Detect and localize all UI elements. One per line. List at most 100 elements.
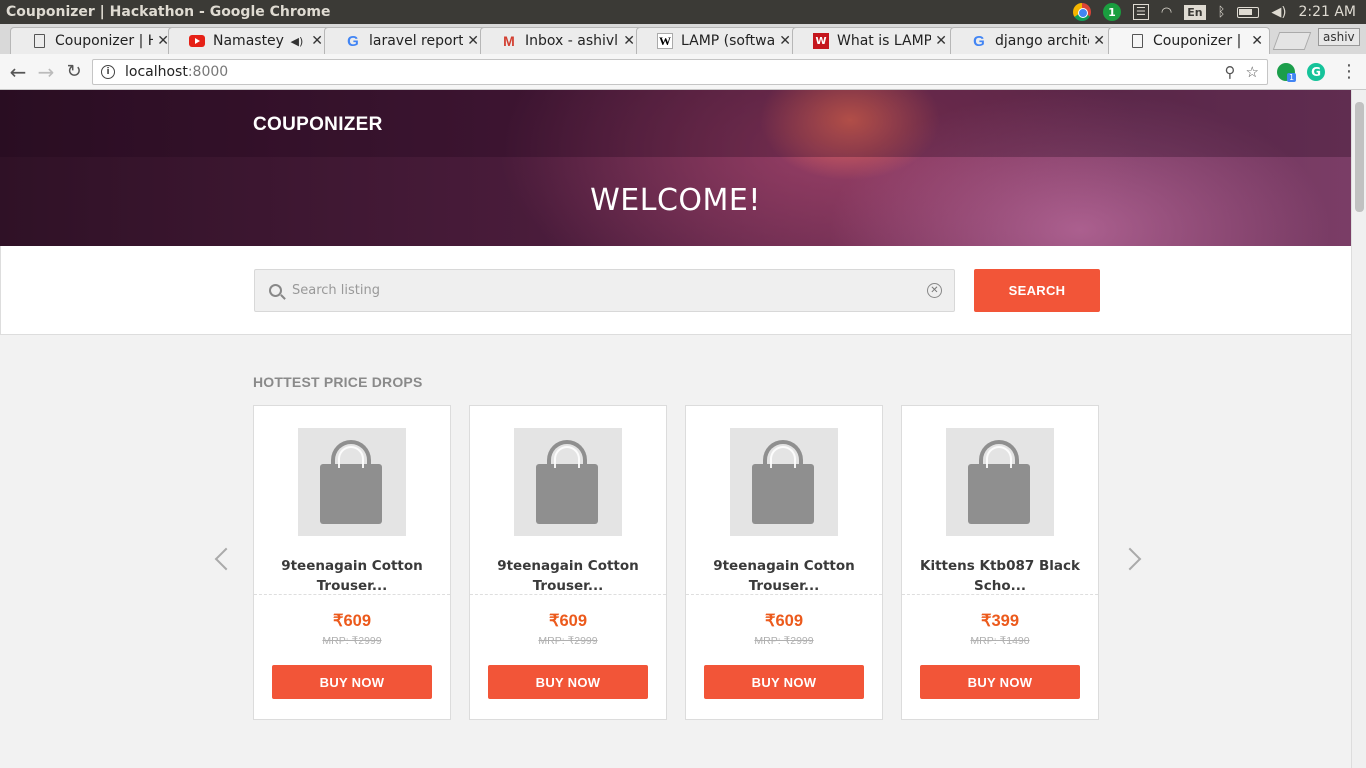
speaker-icon[interactable]: ◀) [291,35,304,48]
welcome-heading: WELCOME! [590,183,761,218]
reload-icon[interactable]: ↻ [63,61,85,83]
divider [902,594,1098,595]
shopping-bag-icon[interactable] [946,428,1054,536]
product-mrp: MRP: ₹2999 [322,635,382,647]
product-card: 9teenagain Cotton Trouser... ₹609 MRP: ₹2… [685,405,883,720]
product-price: ₹609 [548,612,588,630]
address-bar[interactable]: i localhost:8000 ⚲ ☆ [92,59,1268,85]
document-icon [1129,33,1145,49]
search-input[interactable] [292,283,927,298]
youtube-icon [189,33,205,49]
tab-laravel-report[interactable]: G laravel report ✕ [324,27,486,54]
back-arrow-icon[interactable]: ← [7,61,29,83]
notification-badge-icon[interactable]: 1 [1102,0,1121,24]
product-price: ₹609 [764,612,804,630]
document-icon [31,33,47,49]
profile-name[interactable]: ashiv [1318,28,1360,46]
tab-lamp-wikipedia[interactable]: W LAMP (softwa ✕ [636,27,798,54]
search-button[interactable]: SEARCH [974,269,1100,312]
forward-arrow-icon[interactable]: → [35,61,57,83]
close-icon[interactable]: ✕ [623,33,635,49]
bluetooth-icon[interactable]: ᛒ [1218,0,1226,24]
tab-couponizer[interactable]: Couponizer | H ✕ [10,27,176,54]
search-section: ✕ SEARCH [0,246,1351,335]
product-card: 9teenagain Cotton Trouser... ₹609 MRP: ₹2… [469,405,667,720]
close-icon[interactable]: ✕ [779,33,791,49]
new-tab-button[interactable] [1272,32,1312,50]
close-icon[interactable]: ✕ [1251,33,1263,49]
divider [470,594,666,595]
tab-django-architecture[interactable]: G django archite ✕ [950,27,1112,54]
top-navbar: COUPONIZER [0,90,1351,157]
tab-title: What is LAMP [837,33,932,49]
product-mrp: MRP: ₹2999 [754,635,814,647]
info-icon[interactable]: i [101,65,115,79]
system-tray: 1 ☰ ◠ En ᛒ ◀) 2:21 AM [1072,0,1366,24]
wifi-icon[interactable]: ◠ [1161,0,1172,24]
tab-title: laravel report [369,33,464,49]
google-icon: G [973,32,985,50]
search-box[interactable]: ✕ [254,269,955,312]
tab-title: Couponizer | H [55,33,154,49]
product-card: 9teenagain Cotton Trouser... ₹609 MRP: ₹2… [253,405,451,720]
product-card: Kittens Ktb087 Black Scho... ₹399 MRP: ₹1… [901,405,1099,720]
window-title: Couponizer | Hackathon - Google Chrome [6,4,331,20]
product-mrp: MRP: ₹1490 [970,635,1030,647]
hero-banner: COUPONIZER WELCOME! [0,90,1351,246]
clear-icon[interactable]: ✕ [927,283,942,298]
product-price: ₹399 [980,612,1020,630]
tab-title: LAMP (softwa [681,33,776,49]
gmail-icon: M [503,33,515,49]
product-mrp: MRP: ₹2999 [538,635,598,647]
tab-what-is-lamp[interactable]: W What is LAMP ✕ [792,27,954,54]
buy-now-button[interactable]: BUY NOW [704,665,864,699]
search-icon [269,284,282,297]
list-icon[interactable]: ☰ [1132,0,1149,24]
tab-couponizer-active[interactable]: Couponizer | H ✕ [1108,27,1270,54]
wikipedia-icon: W [657,33,673,49]
tab-title: Namastey L [213,33,287,49]
product-carousel: 9teenagain Cotton Trouser... ₹609 MRP: ₹2… [253,405,1099,720]
chrome-tray-icon[interactable] [1072,0,1091,24]
battery-icon[interactable] [1237,0,1260,24]
tab-title: Inbox - ashivli [525,33,620,49]
product-price: ₹609 [332,612,372,630]
extension-badge: 1 [1287,73,1297,82]
shopping-bag-icon[interactable] [298,428,406,536]
close-icon[interactable]: ✕ [467,33,479,49]
url-text[interactable]: localhost:8000 [125,64,228,80]
browser-toolbar: ← → ↻ i localhost:8000 ⚲ ☆ 1 G ⋮ [0,54,1366,90]
volume-icon[interactable]: ◀) [1271,0,1286,24]
os-title-bar: Couponizer | Hackathon - Google Chrome 1… [0,0,1366,24]
tab-youtube[interactable]: Namastey L ◀) ✕ [168,27,330,54]
zoom-icon[interactable]: ⚲ [1225,63,1236,81]
tab-title: django archite [995,33,1090,49]
kebab-menu-icon[interactable]: ⋮ [1340,61,1358,82]
chevron-right-icon[interactable] [1122,545,1142,575]
close-icon[interactable]: ✕ [311,33,323,49]
chevron-left-icon[interactable] [210,545,230,575]
star-icon[interactable]: ☆ [1246,63,1259,81]
buy-now-button[interactable]: BUY NOW [488,665,648,699]
scrollbar-thumb[interactable] [1355,102,1364,212]
vertical-scrollbar[interactable] [1351,90,1366,768]
divider [254,594,450,595]
grammarly-icon[interactable]: G [1307,63,1325,81]
divider [686,594,882,595]
shopping-bag-icon[interactable] [730,428,838,536]
page-viewport: COUPONIZER WELCOME! ✕ SEARCH HOTTEST PRI… [0,90,1351,768]
shopping-bag-icon[interactable] [514,428,622,536]
brand-logo[interactable]: COUPONIZER [253,114,383,136]
tab-strip: Couponizer | H ✕ Namastey L ◀) ✕ G larav… [0,24,1366,54]
google-icon: G [347,32,359,50]
close-icon[interactable]: ✕ [935,33,947,49]
buy-now-button[interactable]: BUY NOW [272,665,432,699]
close-icon[interactable]: ✕ [1093,33,1105,49]
buy-now-button[interactable]: BUY NOW [920,665,1080,699]
section-heading: HOTTEST PRICE DROPS [253,374,423,390]
keyboard-language-indicator[interactable]: En [1184,0,1206,24]
tab-inbox[interactable]: M Inbox - ashivli ✕ [480,27,642,54]
whatis-icon: W [813,33,829,49]
clock[interactable]: 2:21 AM [1298,0,1356,24]
tab-title: Couponizer | H [1153,33,1248,49]
